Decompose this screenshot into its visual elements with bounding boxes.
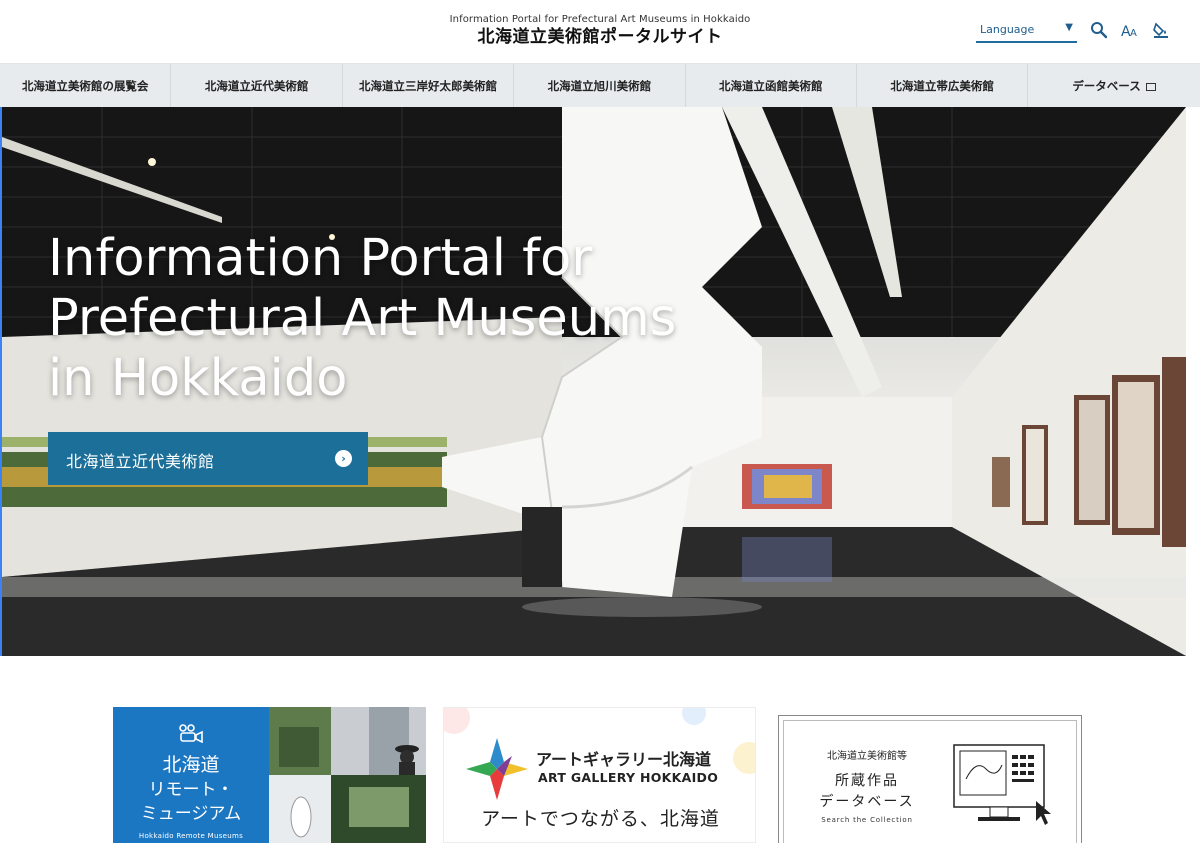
language-label: Language — [980, 23, 1035, 36]
global-nav: 北海道立美術館の展覧会 北海道立近代美術館 北海道立三岸好太郎美術館 北海道立旭… — [0, 64, 1200, 107]
hero-title-line: Prefectural Art Museums — [48, 289, 677, 348]
remote-title-line: ミュージアム — [140, 804, 242, 824]
gallery-title-jp: アートギャラリー北海道 — [536, 750, 712, 769]
language-select[interactable]: Language ▼ — [976, 20, 1077, 43]
nav-item-hakodate-museum[interactable]: 北海道立函館美術館 — [686, 64, 857, 107]
remote-museum-photos — [269, 707, 426, 843]
collection-subtitle: Search the Collection — [821, 816, 913, 824]
nav-item-asahikawa-museum[interactable]: 北海道立旭川美術館 — [514, 64, 686, 107]
remote-title-line: 北海道 — [162, 754, 220, 776]
search-icon[interactable] — [1089, 20, 1109, 40]
collection-org: 北海道立美術館等 — [827, 751, 907, 762]
remote-museum-banner[interactable]: 北海道 リモート・ ミュージアム Hokkaido Remote Museums — [113, 707, 426, 843]
art-gallery-hokkaido-banner[interactable]: アートギャラリー北海道 ART GALLERY HOKKAIDO アートでつなが… — [443, 707, 756, 843]
remote-museum-text: 北海道 リモート・ ミュージアム Hokkaido Remote Museums — [113, 723, 269, 840]
collection-title-line: データベース — [819, 794, 915, 810]
hero-museum-button[interactable]: 北海道立近代美術館 › — [48, 432, 368, 485]
gallery-tagline: アートでつながる、北海道 — [481, 808, 720, 830]
hero-title: Information Portal for Prefectural Art M… — [48, 229, 768, 409]
art-gallery-logo-icon — [466, 738, 528, 800]
remote-title-line: リモート・ — [148, 780, 234, 800]
nav-item-label: 北海道立美術館の展覧会 — [21, 78, 149, 93]
hero-title-line: Information Portal for — [48, 229, 593, 288]
color-contrast-icon[interactable] — [1151, 20, 1171, 40]
nav-item-modern-art-museum[interactable]: 北海道立近代美術館 — [171, 64, 343, 107]
nav-item-obihiro-museum[interactable]: 北海道立帯広美術館 — [857, 64, 1029, 107]
computer-monitor-icon — [953, 744, 1051, 825]
nav-item-label: 北海道立三岸好太郎美術館 — [358, 78, 497, 93]
nav-item-label: 北海道立旭川美術館 — [547, 78, 652, 93]
site-header: Information Portal for Prefectural Art M… — [0, 0, 1200, 64]
collection-database-banner[interactable]: 北海道立美術館等 所蔵作品 データベース Search the Collecti… — [772, 707, 1087, 843]
nav-item-database[interactable]: データベース — [1028, 64, 1199, 107]
svg-text:A: A — [1130, 28, 1137, 39]
nav-item-migishi-museum[interactable]: 北海道立三岸好太郎美術館 — [343, 64, 515, 107]
nav-item-label: データベース — [1072, 78, 1141, 93]
nav-item-exhibitions[interactable]: 北海道立美術館の展覧会 — [0, 64, 172, 107]
remote-subtitle: Hokkaido Remote Museums — [138, 832, 244, 840]
nav-item-label: 北海道立近代美術館 — [204, 78, 309, 93]
external-link-icon — [1145, 82, 1156, 91]
camera-icon — [113, 723, 269, 748]
nav-item-label: 北海道立函館美術館 — [719, 78, 823, 93]
gallery-title-en: ART GALLERY HOKKAIDO — [538, 770, 719, 785]
font-size-icon[interactable]: A A — [1120, 20, 1140, 40]
arrow-right-icon: › — [335, 450, 352, 467]
hero-button-label: 北海道立近代美術館 — [66, 452, 215, 471]
camera-icon-shape — [179, 724, 203, 744]
hero-title-line: in Hokkaido — [48, 349, 348, 408]
chevron-down-icon: ▼ — [1065, 22, 1073, 33]
hero-image: Information Portal for Prefectural Art M… — [2, 107, 1186, 656]
nav-item-label: 北海道立帯広美術館 — [890, 78, 994, 93]
collection-title-line: 所蔵作品 — [835, 773, 899, 789]
